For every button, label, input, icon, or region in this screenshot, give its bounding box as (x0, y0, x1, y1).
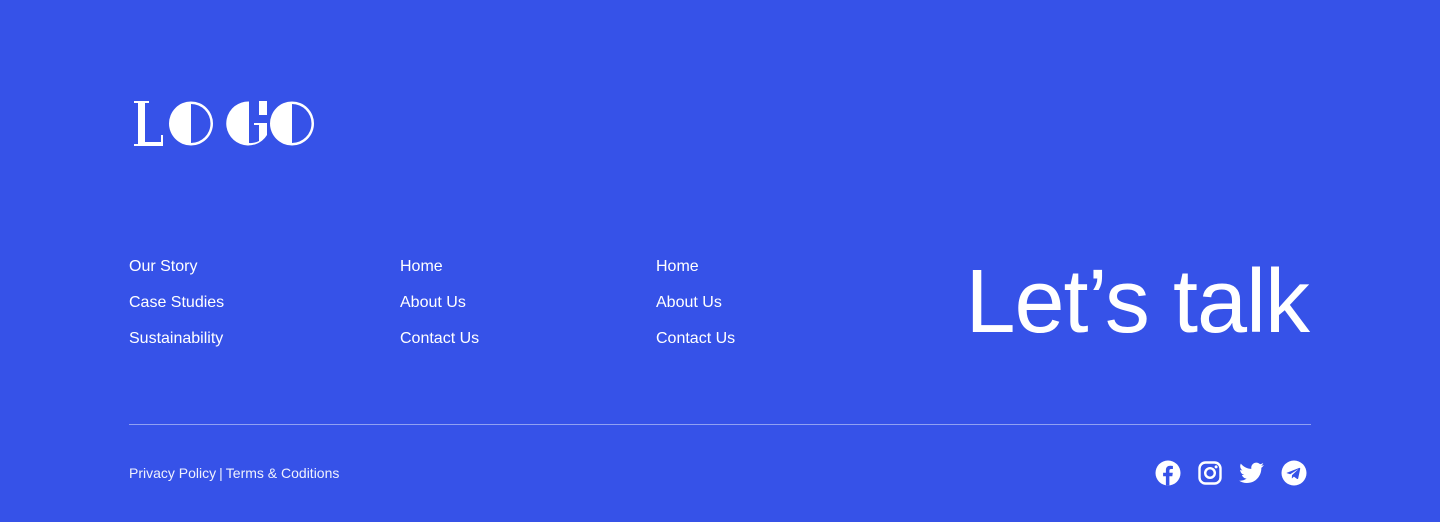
footer-divider (129, 424, 1311, 425)
facebook-icon[interactable] (1155, 460, 1181, 486)
legal-links: Privacy Policy | Terms & Coditions (129, 463, 339, 483)
footer-link-about-us[interactable]: About Us (400, 291, 479, 327)
footer-link-contact-us[interactable]: Contact Us (400, 327, 479, 363)
twitter-icon[interactable] (1239, 460, 1265, 486)
footer-link-home[interactable]: Home (656, 255, 735, 291)
terms-conditions-link[interactable]: Terms & Coditions (226, 465, 340, 481)
site-footer: Our Story Case Studies Sustainability Ho… (0, 0, 1440, 522)
privacy-policy-link[interactable]: Privacy Policy (129, 465, 216, 481)
telegram-icon[interactable] (1281, 460, 1307, 486)
footer-link-home[interactable]: Home (400, 255, 479, 291)
footer-link-contact-us[interactable]: Contact Us (656, 327, 735, 363)
footer-link-case-studies[interactable]: Case Studies (129, 291, 224, 327)
footer-link-our-story[interactable]: Our Story (129, 255, 224, 291)
logo[interactable] (129, 97, 319, 151)
footer-nav-column-3: Home About Us Contact Us (656, 255, 735, 363)
instagram-icon[interactable] (1197, 460, 1223, 486)
footer-link-about-us[interactable]: About Us (656, 291, 735, 327)
social-links (1155, 460, 1307, 486)
footer-nav-column-1: Our Story Case Studies Sustainability (129, 255, 224, 363)
lets-talk-link[interactable]: Let’s talk (965, 250, 1310, 354)
footer-link-sustainability[interactable]: Sustainability (129, 327, 224, 363)
footer-nav-column-2: Home About Us Contact Us (400, 255, 479, 363)
logo-mark (134, 101, 314, 146)
legal-separator: | (219, 465, 223, 481)
